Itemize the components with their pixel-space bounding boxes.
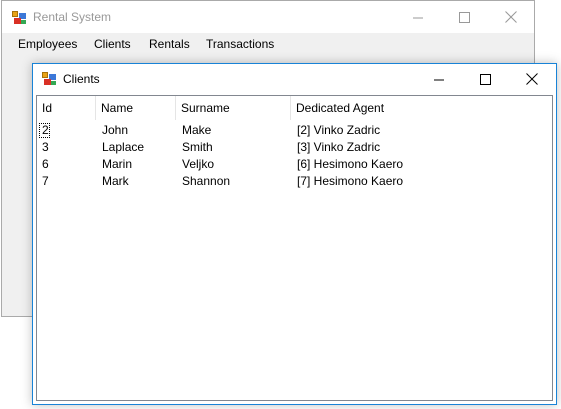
minimize-icon — [433, 79, 444, 80]
menu-clients[interactable]: Clients — [94, 37, 131, 51]
table-row[interactable]: 3 Laplace Smith [3] Vinko Zadric — [37, 139, 552, 156]
menu-transactions[interactable]: Transactions — [206, 37, 274, 51]
cell-dedicated-agent: [7] Hesimono Kaero — [297, 174, 404, 188]
menu-rentals[interactable]: Rentals — [149, 37, 190, 51]
clients-close-button[interactable] — [509, 64, 555, 94]
cell-surname: Shannon — [182, 174, 231, 188]
cell-id: 2 — [42, 123, 49, 137]
cell-surname: Make — [182, 123, 212, 137]
cell-dedicated-agent: [3] Vinko Zadric — [297, 140, 381, 154]
clients-maximize-button[interactable] — [462, 64, 508, 94]
close-icon — [526, 73, 538, 85]
main-minimize-button[interactable] — [395, 1, 441, 33]
maximize-icon — [458, 11, 470, 23]
app-icon — [12, 11, 26, 24]
main-maximize-button[interactable] — [441, 1, 487, 33]
cell-id: 6 — [42, 157, 49, 171]
column-header-surname[interactable]: Surname — [176, 96, 291, 120]
cell-name: Mark — [102, 174, 129, 188]
cell-id: 3 — [42, 140, 49, 154]
main-titlebar[interactable]: Rental System — [2, 1, 534, 33]
cell-surname: Veljko — [182, 157, 215, 171]
column-header-name[interactable]: Name — [96, 96, 176, 120]
menu-bar: Employees Clients Rentals Transactions — [2, 33, 534, 55]
main-window-title: Rental System — [33, 10, 112, 24]
table-row[interactable]: 6 Marin Veljko [6] Hesimono Kaero — [37, 156, 552, 173]
clients-window-title: Clients — [63, 72, 100, 86]
clients-list-view[interactable]: Id Name Surname Dedicated Agent 2 John M… — [36, 95, 553, 401]
cell-id: 7 — [42, 174, 49, 188]
clients-minimize-button[interactable] — [416, 64, 462, 94]
cell-surname: Smith — [182, 140, 213, 154]
minimize-icon — [412, 17, 423, 18]
list-header: Id Name Surname Dedicated Agent — [37, 96, 552, 120]
table-row[interactable]: 2 John Make [2] Vinko Zadric — [37, 122, 552, 139]
app-icon — [42, 72, 56, 85]
maximize-icon — [479, 73, 491, 85]
table-row[interactable]: 7 Mark Shannon [7] Hesimono Kaero — [37, 173, 552, 190]
cell-name: John — [102, 123, 129, 137]
clients-window: Clients Id Name Surname Dedicated Agent — [32, 63, 557, 405]
clients-titlebar[interactable]: Clients — [33, 64, 556, 94]
main-close-button[interactable] — [488, 1, 534, 33]
close-icon — [505, 11, 517, 23]
cell-name: Marin — [102, 157, 133, 171]
cell-name: Laplace — [102, 140, 145, 154]
column-header-id[interactable]: Id — [37, 96, 96, 120]
menu-employees[interactable]: Employees — [18, 37, 77, 51]
cell-dedicated-agent: [2] Vinko Zadric — [297, 123, 381, 137]
column-header-dedicated-agent[interactable]: Dedicated Agent — [291, 96, 552, 120]
cell-dedicated-agent: [6] Hesimono Kaero — [297, 157, 404, 171]
